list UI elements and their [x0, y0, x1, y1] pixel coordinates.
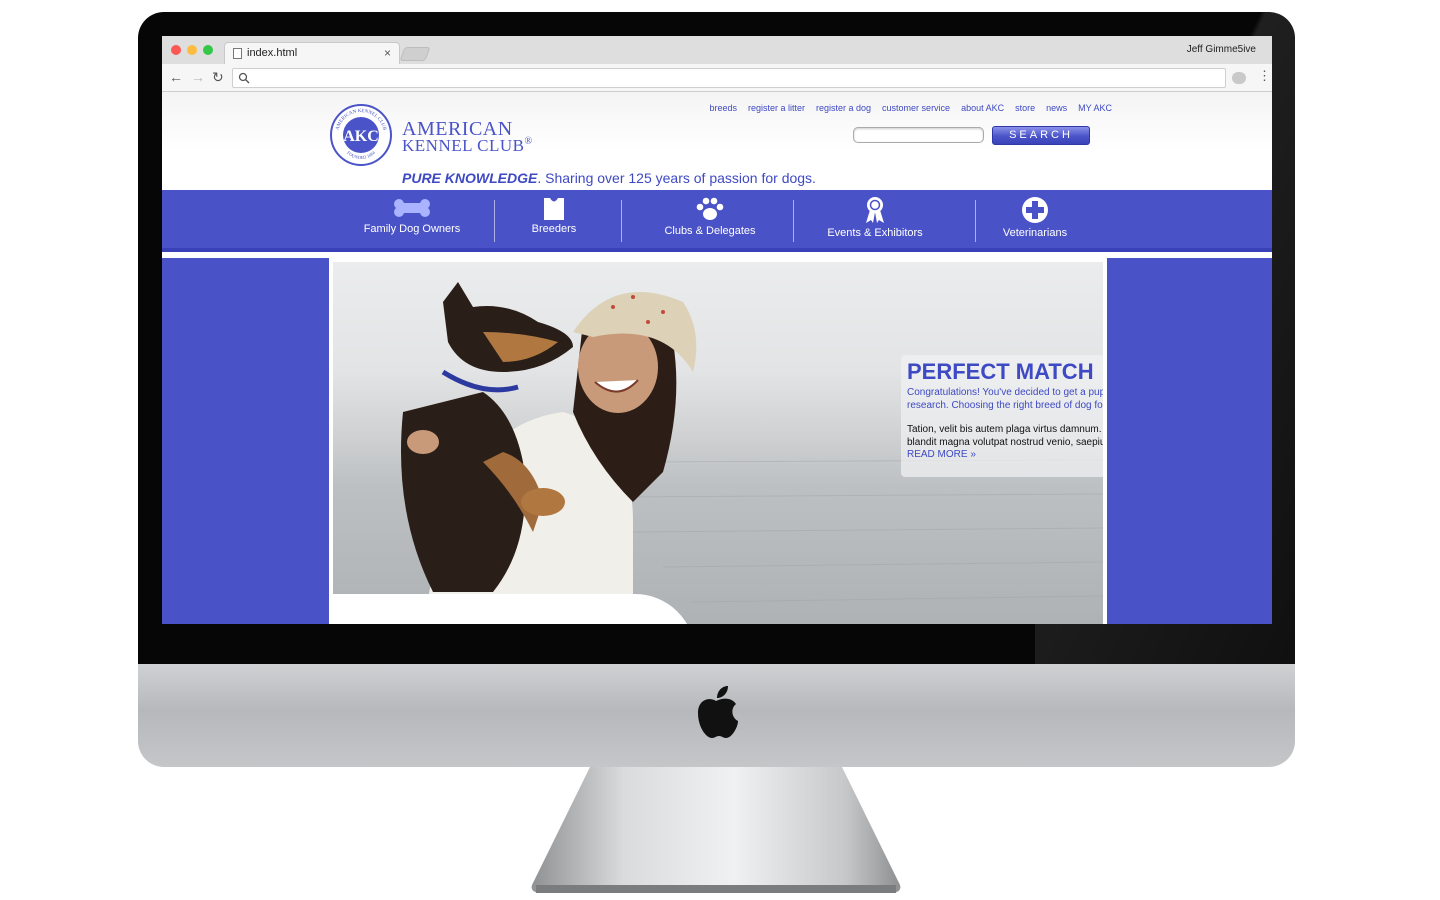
reload-icon[interactable]: ↻ [212, 69, 224, 86]
promo-title: PERFECT MATCH [907, 359, 1094, 384]
document-icon [233, 48, 242, 59]
browser-toolbar: ← → ↻ ⋮ [162, 64, 1272, 92]
top-link-store[interactable]: store [1015, 103, 1035, 113]
nav-family-dog-owners[interactable]: Family Dog Owners [356, 190, 468, 248]
top-link-news[interactable]: news [1046, 103, 1067, 113]
akc-logo-seal[interactable]: AMERICAN KENNEL CLUB FOUNDED 1884 AKC [329, 103, 393, 167]
nav-label: Veterinarians [1002, 227, 1068, 239]
brand-name-text: KENNEL CLUB [402, 136, 525, 155]
medical-cross-icon [1022, 197, 1048, 223]
nav-divider [793, 200, 794, 242]
browser-tab[interactable]: index.html × [224, 42, 400, 64]
minimize-window-button[interactable] [187, 45, 197, 55]
nav-breeders[interactable]: Breeders [514, 190, 594, 248]
shirt-icon [544, 198, 564, 220]
top-link-about[interactable]: about AKC [961, 103, 1004, 113]
browser-screen: index.html × Jeff Gimme5ive ← → ↻ ⋮ AMER… [162, 36, 1272, 624]
seal-akc-text: AKC [343, 128, 379, 145]
nav-divider [494, 200, 495, 242]
web-page: AMERICAN KENNEL CLUB FOUNDED 1884 AKC AM… [162, 92, 1272, 624]
search-icon [238, 72, 250, 84]
nav-veterinarians[interactable]: Veterinarians [995, 190, 1075, 248]
tab-close-icon[interactable]: × [384, 46, 391, 60]
top-links: breeds register a litter register a dog cus… [692, 103, 1112, 113]
bone-icon [394, 199, 430, 217]
main-nav: Family Dog Owners Breeders Clubs & Deleg… [162, 190, 1272, 252]
promo-box: PERFECT MATCH Congratulations! You've de… [901, 355, 1103, 477]
profile-name[interactable]: Jeff Gimme5ive [1187, 44, 1256, 55]
nav-label: Clubs & Delegates [664, 225, 756, 237]
nav-label: Family Dog Owners [363, 223, 461, 235]
top-link-my-akc[interactable]: MY AKC [1078, 103, 1112, 113]
monitor-stand [531, 767, 901, 893]
top-link-breeds[interactable]: breeds [709, 103, 737, 113]
new-tab-button[interactable] [399, 47, 431, 61]
promo-body: Tation, velit bis autem plaga virtus dam… [907, 424, 1103, 448]
menu-dots-icon[interactable]: ⋮ [1258, 69, 1271, 82]
tab-bar: index.html × Jeff Gimme5ive [162, 36, 1272, 64]
site-search-input[interactable] [853, 127, 984, 143]
tagline-strong: PURE KNOWLEDGE [402, 170, 538, 186]
promo-lead: Congratulations! You've decided to get a… [907, 387, 1103, 411]
nav-label: Events & Exhibitors [827, 227, 923, 239]
read-more-link[interactable]: READ MORE » [907, 449, 976, 460]
apple-logo-icon [698, 686, 738, 738]
search-button[interactable]: SEARCH [992, 126, 1090, 145]
nav-clubs-delegates[interactable]: Clubs & Delegates [652, 190, 768, 248]
maximize-window-button[interactable] [203, 45, 213, 55]
imac-mockup: index.html × Jeff Gimme5ive ← → ↻ ⋮ AMER… [0, 0, 1440, 900]
nav-divider [621, 200, 622, 242]
extension-icon[interactable] [1232, 72, 1246, 84]
nav-events-exhibitors[interactable]: Events & Exhibitors [817, 190, 933, 248]
hero-section: PERFECT MATCH Congratulations! You've de… [162, 258, 1272, 624]
ribbon-icon [866, 197, 884, 223]
site-tagline: PURE KNOWLEDGE. Sharing over 125 years o… [402, 170, 816, 186]
back-arrow-icon[interactable]: ← [169, 69, 183, 85]
hero-curve [333, 594, 695, 624]
paw-icon [696, 197, 724, 220]
close-window-button[interactable] [171, 45, 181, 55]
tagline-rest: . Sharing over 125 years of passion for … [537, 170, 816, 186]
top-link-register-dog[interactable]: register a dog [816, 103, 871, 113]
site-header: AMERICAN KENNEL CLUB FOUNDED 1884 AKC AM… [162, 92, 1272, 190]
address-bar[interactable] [232, 68, 1226, 88]
registered-mark: ® [524, 136, 533, 147]
hero-photo: PERFECT MATCH Congratulations! You've de… [333, 262, 1103, 624]
nav-divider [975, 200, 976, 242]
nav-label: Breeders [531, 223, 577, 235]
forward-arrow-icon[interactable]: → [191, 69, 205, 85]
brand-name-line2: KENNEL CLUB® [402, 136, 533, 156]
top-link-register-litter[interactable]: register a litter [748, 103, 805, 113]
tab-title: index.html [247, 47, 298, 59]
top-link-customer-service[interactable]: customer service [882, 103, 950, 113]
